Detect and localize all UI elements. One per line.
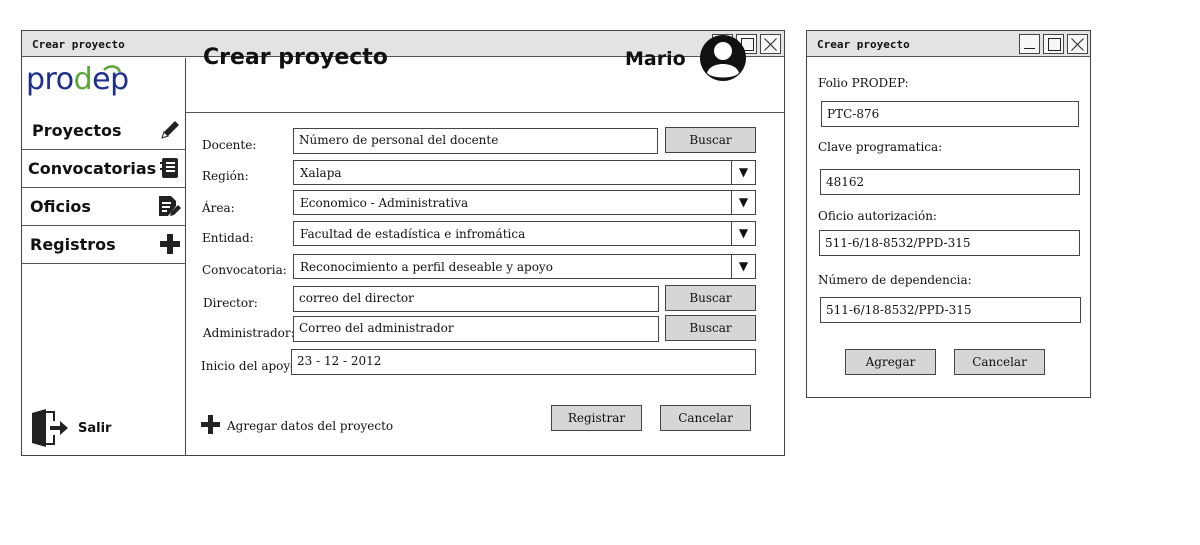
region-select[interactable]: Xalapa ▼ — [293, 160, 756, 185]
clave-input[interactable]: 48162 — [820, 169, 1080, 195]
entidad-select[interactable]: Facultad de estadística e infromática ▼ — [293, 221, 756, 246]
sidebar-item-label: Convocatorias — [28, 159, 157, 178]
dialog-title-bar: Crear proyecto — [807, 31, 1090, 57]
dependencia-label: Número de dependencia: — [818, 273, 972, 287]
oficio-label: Oficio autorización: — [818, 209, 937, 223]
logo-text: prodep — [26, 64, 129, 97]
add-project-data-label: Agregar datos del proyecto — [227, 419, 394, 433]
dropdown-arrow-icon[interactable]: ▼ — [731, 191, 755, 214]
folio-label: Folio PRODEP: — [818, 76, 909, 90]
header-divider — [185, 112, 784, 113]
cancel-button[interactable]: Cancelar — [660, 405, 751, 431]
dialog-window: Crear proyecto Folio PRODEP: PTC-876 Cla… — [806, 30, 1091, 398]
document-edit-icon — [156, 194, 182, 224]
close-button[interactable] — [1067, 34, 1088, 54]
dropdown-arrow-icon[interactable]: ▼ — [731, 222, 755, 245]
oficio-input[interactable]: 511-6/18-8532/PPD-315 — [819, 230, 1080, 256]
administrador-search-button[interactable]: Buscar — [665, 315, 756, 341]
convocatoria-select[interactable]: Reconocimiento a perfil deseable y apoyo… — [293, 254, 756, 279]
user-name: Mario — [625, 48, 686, 70]
sidebar-item-label: Oficios — [30, 197, 91, 216]
director-input[interactable]: correo del director — [293, 286, 659, 312]
region-value: Xalapa — [300, 166, 342, 180]
notebook-icon — [158, 156, 182, 184]
exit-door-icon — [30, 409, 70, 451]
entidad-label: Entidad: — [202, 231, 254, 245]
add-button[interactable]: Agregar — [845, 349, 936, 375]
prodep-logo: prodep — [26, 62, 162, 102]
director-search-button[interactable]: Buscar — [665, 285, 756, 311]
dropdown-arrow-icon[interactable]: ▼ — [731, 255, 755, 278]
region-label: Región: — [202, 169, 249, 183]
sidebar-item-convocatorias[interactable]: Convocatorias — [22, 150, 186, 188]
minimize-button[interactable] — [1019, 34, 1040, 54]
exit-label: Salir — [78, 421, 112, 436]
page-title: Crear proyecto — [203, 45, 388, 70]
register-button[interactable]: Registrar — [551, 405, 642, 431]
plus-icon — [158, 232, 182, 260]
add-project-data-link[interactable]: Agregar datos del proyecto — [200, 414, 394, 439]
sidebar-item-registros[interactable]: Registros — [22, 226, 186, 264]
dialog-title: Crear proyecto — [817, 38, 910, 51]
plus-icon — [200, 414, 221, 439]
maximize-button[interactable] — [1043, 34, 1064, 54]
avatar[interactable] — [698, 33, 748, 87]
dependencia-input[interactable]: 511-6/18-8532/PPD-315 — [820, 297, 1081, 323]
sidebar-item-label: Proyectos — [32, 121, 122, 140]
folio-input[interactable]: PTC-876 — [821, 101, 1079, 127]
window-title: Crear proyecto — [32, 38, 125, 51]
inicio-apoyo-input[interactable]: 23 - 12 - 2012 — [291, 349, 756, 375]
area-label: Área: — [202, 201, 235, 215]
dialog-cancel-button[interactable]: Cancelar — [954, 349, 1045, 375]
convocatoria-label: Convocatoria: — [202, 263, 287, 277]
dropdown-arrow-icon[interactable]: ▼ — [731, 161, 755, 184]
close-button[interactable] — [760, 34, 781, 54]
area-value: Economico - Administrativa — [300, 196, 469, 210]
area-select[interactable]: Economico - Administrativa ▼ — [293, 190, 756, 215]
inicio-apoyo-label: Inicio del apoyo: — [201, 359, 302, 373]
docente-label: Docente: — [202, 138, 257, 152]
convocatoria-value: Reconocimiento a perfil deseable y apoyo — [300, 260, 553, 274]
administrador-input[interactable]: Correo del administrador — [293, 316, 659, 342]
sidebar-item-proyectos[interactable]: Proyectos — [22, 112, 186, 150]
entidad-value: Facultad de estadística e infromática — [300, 227, 526, 241]
director-label: Director: — [203, 296, 258, 310]
docente-search-button[interactable]: Buscar — [665, 127, 756, 153]
pencil-icon — [158, 118, 182, 146]
sidebar-item-oficios[interactable]: Oficios — [22, 188, 186, 226]
sidebar-item-label: Registros — [30, 235, 116, 254]
docente-input[interactable]: Número de personal del docente — [293, 128, 658, 154]
administrador-label: Administrador: — [203, 326, 295, 340]
sidebar: prodep Proyectos Convocatorias Oficios R… — [22, 58, 186, 455]
clave-label: Clave programatica: — [818, 140, 943, 154]
exit-button[interactable]: Salir — [30, 409, 130, 449]
